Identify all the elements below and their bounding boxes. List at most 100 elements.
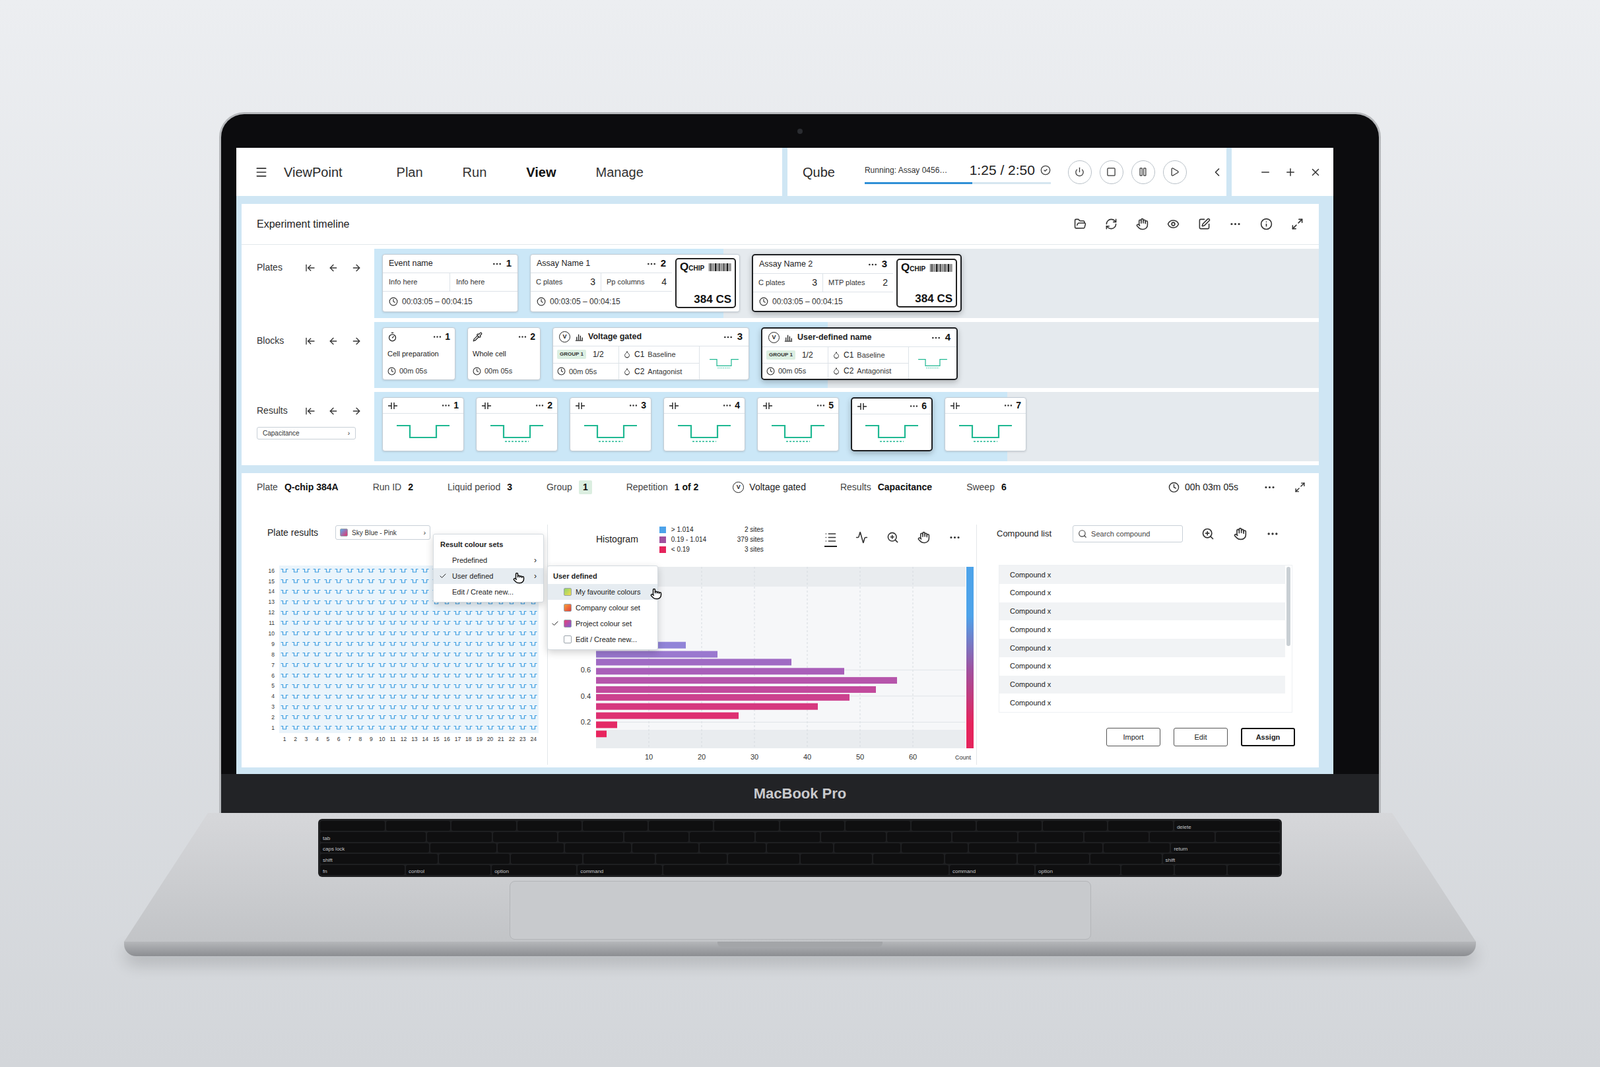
plate-well[interactable]	[378, 683, 387, 690]
histogram-bar[interactable]	[596, 721, 618, 729]
plate-well[interactable]	[486, 694, 495, 700]
plate-well[interactable]	[312, 600, 321, 606]
key[interactable]	[1149, 832, 1215, 843]
plate-well[interactable]	[529, 683, 538, 690]
key[interactable]	[558, 832, 624, 843]
plate-well[interactable]	[291, 652, 300, 658]
plate-well[interactable]	[507, 652, 516, 658]
histogram-bar[interactable]	[596, 694, 850, 701]
colour-set-select[interactable]: Sky Blue - Pink›	[335, 525, 431, 540]
maximize-icon[interactable]	[1284, 166, 1297, 179]
key[interactable]: tab	[320, 832, 426, 843]
plate-well[interactable]	[312, 568, 321, 574]
plate-well[interactable]	[378, 704, 387, 711]
plate-well[interactable]	[518, 725, 527, 731]
compound-row[interactable]: Compound x	[999, 565, 1286, 585]
plate-well[interactable]	[497, 704, 505, 711]
key[interactable]	[427, 832, 492, 843]
plate-well[interactable]	[399, 568, 408, 574]
plate-well[interactable]	[291, 600, 300, 606]
plate-well[interactable]	[432, 725, 441, 731]
result-card[interactable]: 1	[382, 397, 465, 452]
plate-well[interactable]	[486, 673, 495, 679]
plate-well[interactable]	[507, 673, 516, 679]
plate-well[interactable]	[334, 683, 343, 690]
key[interactable]	[583, 854, 655, 865]
plate-well[interactable]	[410, 673, 419, 679]
plate-well[interactable]	[486, 631, 495, 637]
key[interactable]	[1108, 821, 1173, 832]
plate-well[interactable]	[410, 578, 419, 585]
plate-well[interactable]	[388, 652, 397, 658]
plate-well[interactable]	[518, 662, 527, 668]
key[interactable]	[952, 832, 1018, 843]
plate-well[interactable]	[432, 673, 441, 679]
more-icon[interactable]	[1263, 481, 1276, 494]
plate-well[interactable]	[497, 673, 505, 679]
result-card[interactable]: 6	[850, 397, 933, 452]
result-card[interactable]: 4	[663, 397, 746, 452]
plate-well[interactable]	[475, 694, 484, 700]
plate-well[interactable]	[345, 704, 354, 711]
plate-well[interactable]	[378, 641, 387, 647]
plate-well[interactable]	[280, 631, 289, 637]
plate-well[interactable]	[366, 704, 375, 711]
plate-well[interactable]	[291, 610, 300, 616]
plate-well[interactable]	[442, 652, 451, 658]
plate-well[interactable]	[410, 694, 419, 700]
key[interactable]	[800, 854, 872, 865]
plate-well[interactable]	[421, 714, 430, 721]
key[interactable]	[517, 821, 583, 832]
key[interactable]	[632, 843, 699, 854]
plate-well[interactable]	[378, 694, 387, 700]
plate-well[interactable]	[291, 620, 300, 626]
plate-well[interactable]	[302, 568, 311, 574]
plate-well[interactable]	[280, 578, 289, 585]
plate-well[interactable]	[432, 631, 441, 637]
plate-well[interactable]	[453, 714, 462, 721]
plate-well[interactable]	[518, 714, 527, 721]
plate-well[interactable]	[324, 662, 333, 668]
key[interactable]	[714, 821, 779, 832]
result-card[interactable]: 7	[944, 397, 1027, 452]
key[interactable]: shift	[1163, 854, 1281, 865]
plate-well[interactable]	[421, 631, 430, 637]
plate-well[interactable]	[464, 694, 473, 700]
plate-well[interactable]	[442, 641, 451, 647]
plate-well[interactable]	[507, 704, 516, 711]
plate-well[interactable]	[356, 589, 365, 595]
plate-well[interactable]	[366, 673, 375, 679]
plate-well[interactable]	[507, 714, 516, 721]
plate-well[interactable]	[388, 714, 397, 721]
plate-well[interactable]	[366, 652, 375, 658]
expand-icon[interactable]	[1294, 481, 1306, 494]
first-arrow-icon[interactable]	[304, 262, 316, 274]
plate-well[interactable]	[291, 589, 300, 595]
plate-well[interactable]	[280, 673, 289, 679]
plate-well[interactable]	[345, 662, 354, 668]
plate-well[interactable]	[410, 568, 419, 574]
plate-well[interactable]	[366, 631, 375, 637]
plate-well[interactable]	[507, 683, 516, 690]
plate-well[interactable]	[529, 610, 538, 616]
plate-well[interactable]	[388, 610, 397, 616]
card-more-icon[interactable]	[517, 332, 528, 342]
plate-card[interactable]: Assay Name 12C plates3Pp columns400:03:0…	[530, 254, 740, 313]
plate-well[interactable]	[421, 600, 430, 606]
plate-well[interactable]	[507, 662, 516, 668]
card-more-icon[interactable]	[491, 258, 503, 270]
plate-well[interactable]	[334, 589, 343, 595]
plate-well[interactable]	[280, 600, 289, 606]
plate-well[interactable]	[356, 704, 365, 711]
plate-well[interactable]	[529, 620, 538, 626]
plate-well[interactable]	[464, 704, 473, 711]
action-button[interactable]: Assign	[1240, 728, 1296, 747]
plate-well[interactable]	[410, 652, 419, 658]
plate-well[interactable]	[529, 662, 538, 668]
key[interactable]	[493, 832, 558, 843]
plate-well[interactable]	[280, 704, 289, 711]
plate-well[interactable]	[518, 694, 527, 700]
plate-well[interactable]	[507, 641, 516, 647]
block-card[interactable]: 2Whole cell00m 05s	[467, 327, 541, 381]
plate-well[interactable]	[464, 683, 473, 690]
